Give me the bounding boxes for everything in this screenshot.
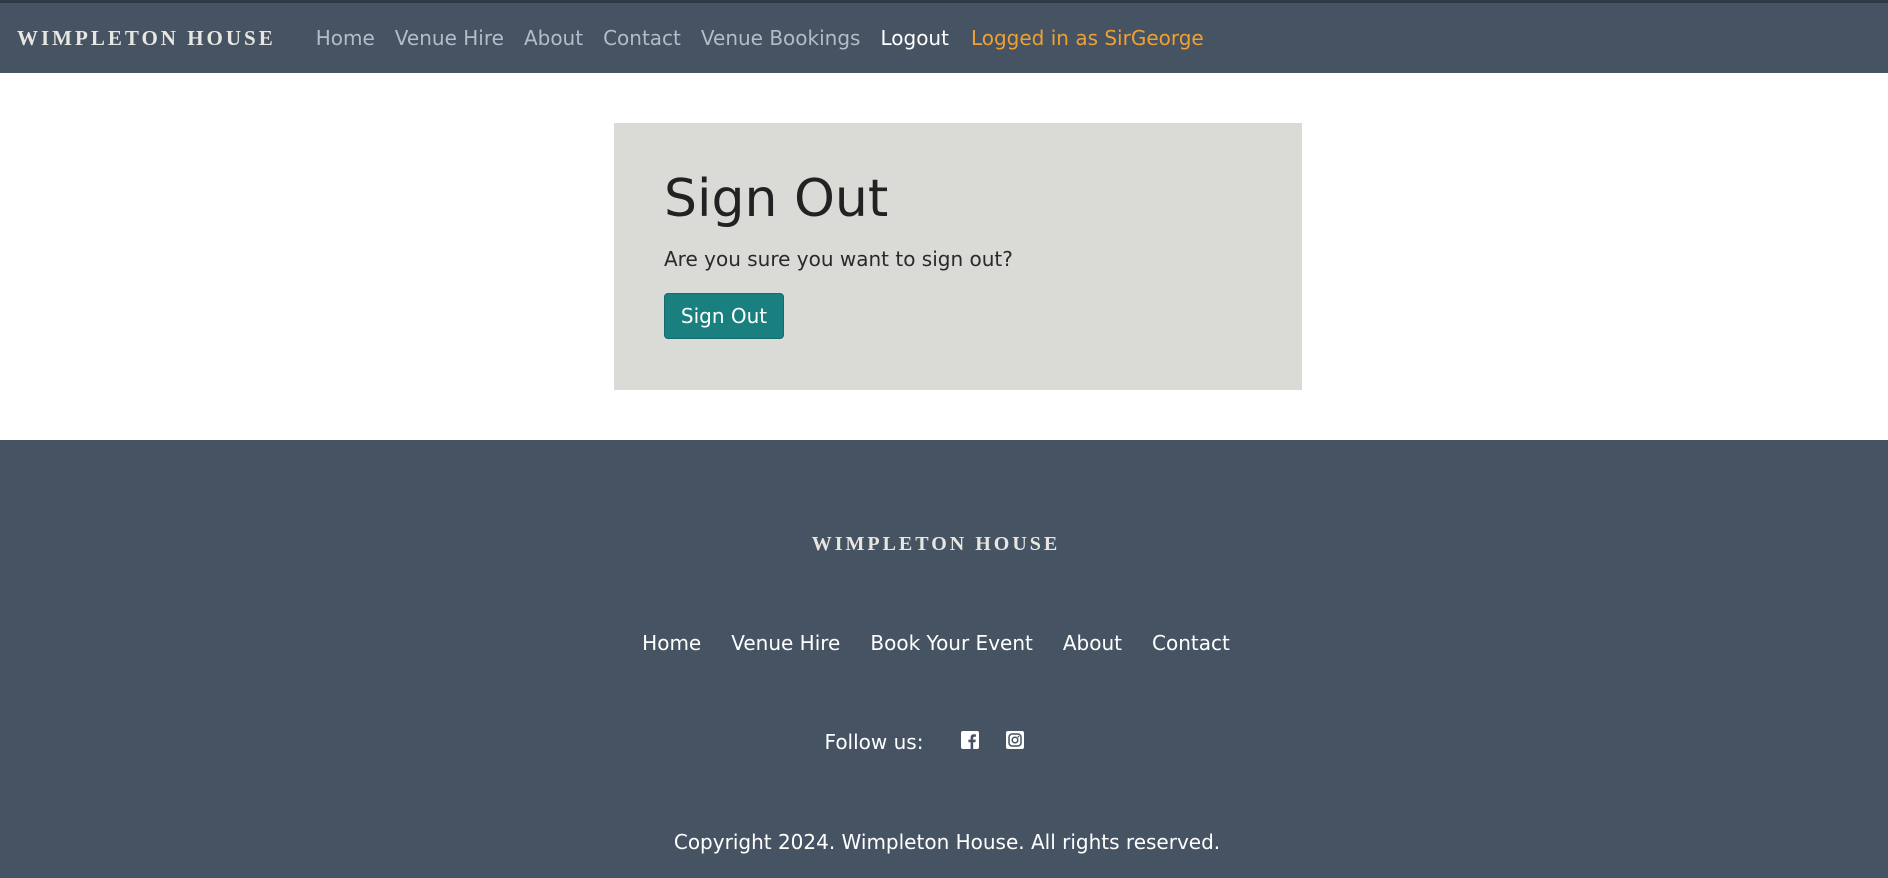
site-footer: WIMPLETON HOUSE Home Venue Hire Book You…	[0, 440, 1888, 878]
signout-prompt: Are you sure you want to sign out?	[664, 247, 1013, 271]
footer-brand-logo: WIMPLETON HOUSE	[811, 533, 1061, 555]
footer-links: Home Venue Hire Book Your Event About Co…	[0, 631, 1872, 655]
social-follow: Follow us:	[0, 730, 1874, 754]
top-navbar: WIMPLETON HOUSE Home Venue Hire About Co…	[0, 0, 1888, 73]
nav-link-home[interactable]: Home	[316, 26, 375, 50]
site-brand-logo[interactable]: WIMPLETON HOUSE	[17, 26, 276, 51]
follow-us-label: Follow us:	[824, 730, 924, 754]
main-content: Sign Out Are you sure you want to sign o…	[0, 73, 1888, 440]
nav-links: Home Venue Hire About Contact Venue Book…	[306, 26, 1204, 50]
instagram-icon[interactable]	[1004, 731, 1049, 753]
footer-link-home[interactable]: Home	[642, 631, 701, 655]
signout-card: Sign Out Are you sure you want to sign o…	[614, 123, 1302, 390]
logged-in-status: Logged in as SirGeorge	[970, 26, 1204, 50]
footer-link-venue-hire[interactable]: Venue Hire	[731, 631, 840, 655]
footer-link-about[interactable]: About	[1063, 631, 1122, 655]
copyright-text: Copyright 2024. Wimpleton House. All rig…	[673, 830, 1221, 854]
nav-link-logout[interactable]: Logout	[880, 26, 948, 50]
page-title: Sign Out	[664, 169, 889, 229]
facebook-icon[interactable]	[959, 731, 1004, 753]
footer-link-contact[interactable]: Contact	[1152, 631, 1230, 655]
sign-out-button[interactable]: Sign Out	[664, 293, 784, 339]
nav-link-contact[interactable]: Contact	[603, 26, 681, 50]
nav-link-venue-bookings[interactable]: Venue Bookings	[701, 26, 861, 50]
nav-link-about[interactable]: About	[524, 26, 583, 50]
footer-link-book-your-event[interactable]: Book Your Event	[870, 631, 1032, 655]
nav-link-venue-hire[interactable]: Venue Hire	[395, 26, 504, 50]
